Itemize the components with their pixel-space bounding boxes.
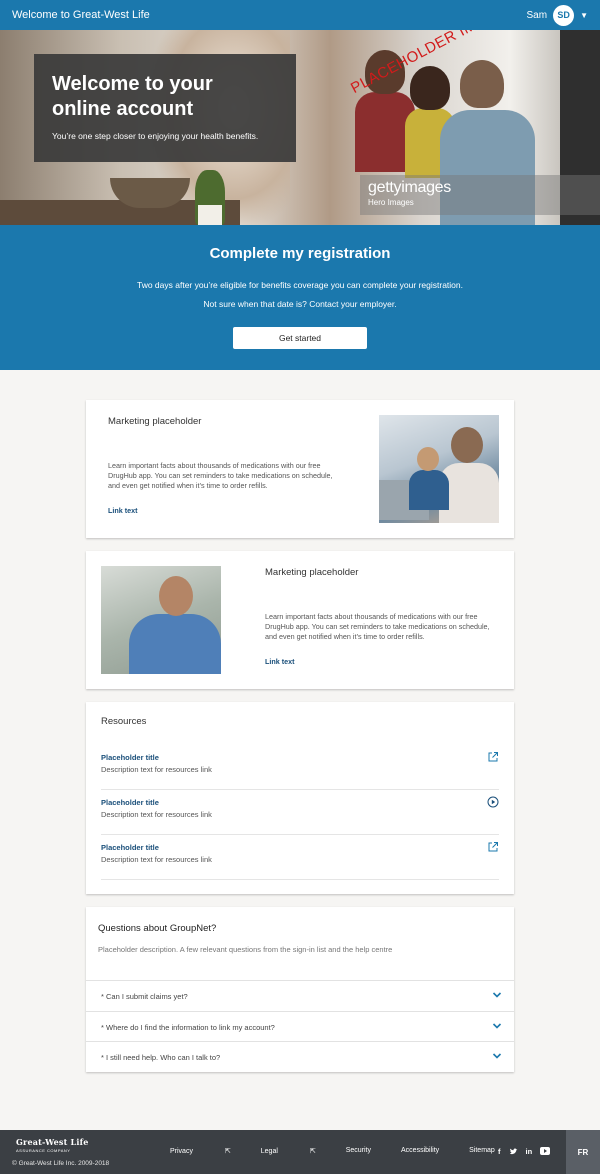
- marketing-photo-man: [101, 566, 221, 674]
- chevron-down-icon[interactable]: [492, 990, 502, 1000]
- faq-item[interactable]: * Can I submit claims yet?: [86, 980, 514, 1011]
- top-bar: Welcome to Great-West Life Sam SD ▼: [0, 0, 600, 30]
- marketing-title: Marketing placeholder: [265, 567, 359, 578]
- marketing-body: Learn important facts about thousands of…: [108, 461, 333, 490]
- faq-card: Questions about GroupNet? Placeholder de…: [86, 907, 514, 1072]
- footer-link-sitemap[interactable]: Sitemap: [469, 1147, 495, 1155]
- getty-watermark: gettyimages Hero Images: [360, 175, 600, 215]
- hero-welcome-box: Welcome to your online account You’re on…: [34, 54, 296, 162]
- footer-link-security[interactable]: Security: [346, 1147, 371, 1155]
- getty-credit: Hero Images: [368, 198, 414, 207]
- avatar[interactable]: SD: [553, 4, 575, 26]
- marketing-body: Learn important facts about thousands of…: [265, 612, 490, 641]
- language-toggle[interactable]: FR: [566, 1130, 600, 1174]
- great-west-life-logo[interactable]: Great-West Life ASSURANCE COMPANY: [16, 1137, 89, 1153]
- chevron-down-icon[interactable]: [492, 1021, 502, 1031]
- footer-links: Privacy ⇱ Legal ⇱ Security Accessibility…: [170, 1147, 525, 1155]
- hero-banner: Welcome to your online account You’re on…: [0, 30, 600, 225]
- user-menu[interactable]: Sam SD ▼: [527, 4, 588, 26]
- faq-item[interactable]: * Where do I find the information to lin…: [86, 1011, 514, 1042]
- registration-title: Complete my registration: [209, 245, 391, 262]
- resource-description: Description text for resources link: [101, 810, 212, 819]
- footer-link-privacy[interactable]: Privacy ⇱: [170, 1147, 231, 1155]
- registration-text-2: Not sure when that date is? Contact your…: [203, 299, 397, 309]
- marketing-card-1: Marketing placeholder Learn important fa…: [86, 400, 514, 538]
- hero-title: Welcome to your online account: [52, 73, 213, 120]
- user-name[interactable]: Sam: [527, 10, 548, 21]
- registration-section: Complete my registration Two days after …: [0, 225, 600, 370]
- chevron-down-icon[interactable]: [492, 1051, 502, 1061]
- faq-description: Placeholder description. A few relevant …: [98, 945, 393, 954]
- faq-heading: Questions about GroupNet?: [98, 923, 217, 934]
- resource-title[interactable]: Placeholder title: [101, 753, 159, 762]
- resource-title[interactable]: Placeholder title: [101, 798, 159, 807]
- resource-item[interactable]: Placeholder title Description text for r…: [101, 745, 499, 790]
- resource-title[interactable]: Placeholder title: [101, 843, 159, 852]
- faq-item[interactable]: * I still need help. Who can I talk to?: [86, 1041, 514, 1072]
- faq-question[interactable]: * I still need help. Who can I talk to?: [101, 1053, 220, 1062]
- resource-description: Description text for resources link: [101, 855, 212, 864]
- copyright: © Great-West Life Inc. 2009-2018: [12, 1160, 110, 1167]
- faq-question[interactable]: * Can I submit claims yet?: [101, 992, 188, 1001]
- footer-link-legal[interactable]: Legal ⇱: [261, 1147, 316, 1155]
- resource-description: Description text for resources link: [101, 765, 212, 774]
- social-links: f in: [498, 1147, 551, 1156]
- faq-question[interactable]: * Where do I find the information to lin…: [101, 1023, 275, 1032]
- play-icon[interactable]: [487, 796, 499, 808]
- footer: Great-West Life ASSURANCE COMPANY © Grea…: [0, 1130, 600, 1174]
- resource-item[interactable]: Placeholder title Description text for r…: [101, 835, 499, 880]
- footer-link-accessibility[interactable]: Accessibility: [401, 1147, 439, 1155]
- twitter-icon[interactable]: [509, 1147, 518, 1156]
- marketing-photo-father-child: [379, 415, 499, 523]
- youtube-icon[interactable]: [540, 1147, 551, 1155]
- linkedin-icon[interactable]: in: [526, 1147, 533, 1156]
- resources-heading: Resources: [101, 716, 147, 727]
- hero-subtitle: You’re one step closer to enjoying your …: [52, 131, 259, 141]
- marketing-link[interactable]: Link text: [108, 506, 138, 515]
- welcome-title: Welcome to Great-West Life: [12, 9, 150, 21]
- external-link-icon[interactable]: [487, 751, 499, 763]
- resources-card: Resources Placeholder title Description …: [86, 702, 514, 894]
- registration-text-1: Two days after you’re eligible for benef…: [136, 280, 463, 290]
- chevron-down-icon[interactable]: ▼: [580, 11, 588, 20]
- getty-logo: gettyimages: [368, 179, 451, 196]
- external-link-icon[interactable]: [487, 841, 499, 853]
- marketing-card-2: Marketing placeholder Learn important fa…: [86, 551, 514, 689]
- marketing-link[interactable]: Link text: [265, 657, 295, 666]
- get-started-button[interactable]: Get started: [233, 327, 367, 349]
- facebook-icon[interactable]: f: [498, 1147, 501, 1156]
- marketing-title: Marketing placeholder: [108, 416, 202, 427]
- resource-item[interactable]: Placeholder title Description text for r…: [101, 790, 499, 835]
